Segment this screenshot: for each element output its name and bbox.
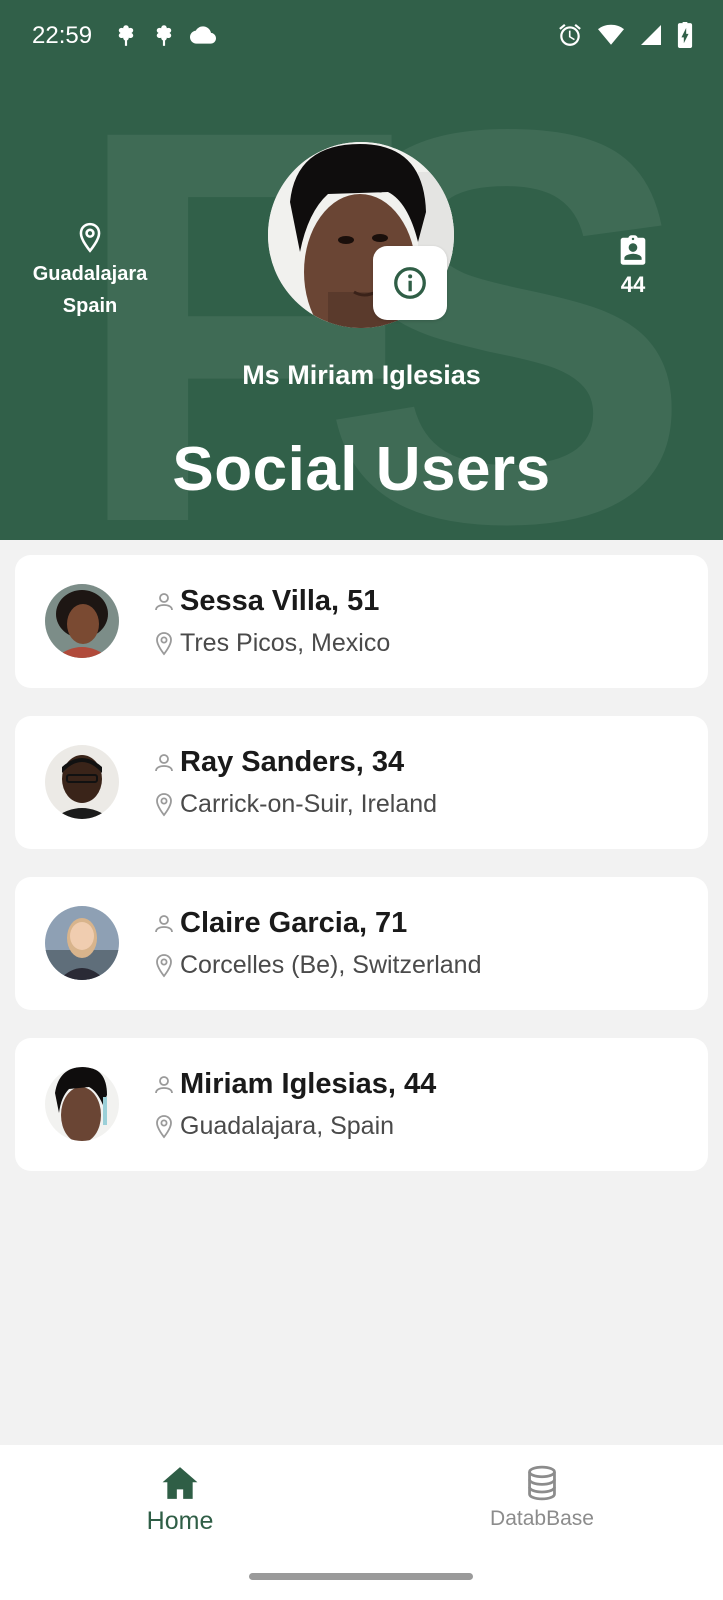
battery-charging-icon [677,22,693,48]
nav-database[interactable]: DatabBase [422,1465,662,1531]
user-avatar [45,1067,119,1141]
user-avatar [45,584,119,658]
user-card[interactable]: Miriam Iglesias, 44 Guadalajara, Spain [15,1038,708,1171]
profile-header: F S 22:59 Guadalajara Spain 44 Ms Miriam… [0,0,723,540]
status-bar: 22:59 [0,0,723,74]
location-pin-icon [156,631,172,655]
cloud-icon [190,26,216,44]
info-icon [394,267,426,299]
user-location: Corcelles (Be), Switzerland [180,951,482,979]
assignment-ind-icon [620,235,646,265]
person-icon [155,1075,173,1093]
profile-name: Ms Miriam Iglesias [242,360,481,390]
user-avatar [45,745,119,819]
home-icon [162,1467,198,1499]
profile-info-button[interactable] [373,246,447,320]
user-name: Claire Garcia, 71 [180,907,408,939]
location-pin-icon [156,792,172,816]
location-city: Guadalajara [32,263,148,285]
nav-home[interactable]: Home [60,1465,300,1536]
signal-icon [641,25,661,45]
location-pin-icon [79,222,101,253]
database-icon [528,1465,556,1501]
location-country: Spain [62,295,118,317]
nav-home-label: Home [146,1507,214,1535]
person-icon [155,753,173,771]
user-location: Tres Picos, Mexico [180,629,391,657]
nav-database-label: DatabBase [490,1507,594,1530]
user-avatar [45,906,119,980]
alarm-icon [559,23,581,46]
user-name: Ray Sanders, 34 [180,746,405,778]
user-card[interactable]: Ray Sanders, 34 Carrick-on-Suir, Ireland [15,716,708,849]
user-name: Miriam Iglesias, 44 [180,1068,437,1100]
location-pin-icon [156,953,172,977]
user-card[interactable]: Claire Garcia, 71 Corcelles (Be), Switze… [15,877,708,1010]
user-location: Carrick-on-Suir, Ireland [180,790,438,818]
user-location: Guadalajara, Spain [180,1112,395,1140]
person-icon [155,592,173,610]
user-name: Sessa Villa, 51 [180,585,380,617]
wifi-icon [598,24,624,45]
counter-value: 44 [620,272,646,297]
home-indicator[interactable] [249,1573,473,1580]
status-time: 22:59 [32,22,93,49]
page-title: Social Users [172,435,551,504]
profile-location: Guadalajara Spain [20,222,160,322]
person-icon [155,914,173,932]
location-pin-icon [156,1114,172,1138]
user-card[interactable]: Sessa Villa, 51 Tres Picos, Mexico [15,555,708,688]
profile-counter: 44 [600,234,666,298]
flower-icon [156,25,172,46]
flower-icon [118,25,134,46]
